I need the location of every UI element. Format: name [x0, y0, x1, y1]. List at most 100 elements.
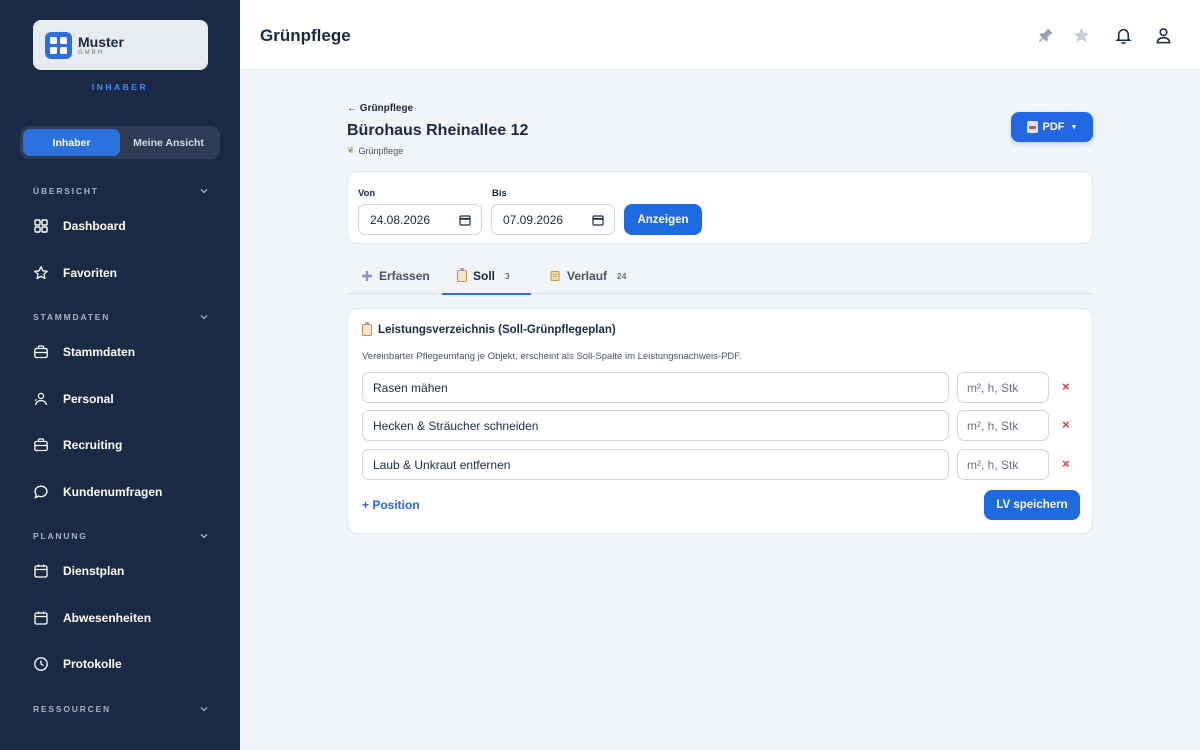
- position-input[interactable]: Rasen mähen: [362, 372, 949, 403]
- card-title: Leistungsverzeichnis (Soll-Grünpflegepla…: [362, 322, 616, 336]
- section-label: STAMMDATEN: [33, 312, 111, 322]
- tab-count: 24: [617, 270, 627, 281]
- pdf-button-label: PDF: [1042, 121, 1065, 133]
- caret-down-icon: ▼: [1070, 123, 1078, 131]
- tab-label: Erfassen: [379, 268, 430, 283]
- clipboard-icon: [362, 322, 372, 336]
- brand-name: Muster: [78, 33, 124, 50]
- star-icon[interactable]: [1071, 25, 1091, 45]
- unit-input[interactable]: m², h, Stk: [957, 372, 1049, 403]
- section-overview[interactable]: ÜBERSICHT: [33, 186, 209, 196]
- tab-count: 3: [505, 270, 510, 281]
- calendar-icon: [33, 610, 49, 626]
- sidebar: Muster GMBH INHABER Inhaber Meine Ansich…: [0, 0, 240, 750]
- page-subtitle: ❦ Grünpflege: [347, 145, 403, 156]
- calendar-icon: [459, 214, 471, 226]
- sidebar-item-label: Favoriten: [63, 266, 118, 280]
- sidebar-item-kundenumfragen[interactable]: Kundenumfragen: [33, 484, 162, 500]
- top-header: Grünpflege: [240, 0, 1200, 70]
- page-title: Bürohaus Rheinallee 12: [347, 122, 529, 139]
- section-label: ÜBERSICHT: [33, 186, 99, 196]
- apps-icon: [45, 31, 72, 59]
- section-resources[interactable]: RESSOURCEN: [33, 704, 209, 714]
- sidebar-item-label: Abwesenheiten: [63, 611, 152, 625]
- card-description: Vereinbarter Pflegeumfang je Objekt, ers…: [362, 351, 742, 362]
- users-icon: [33, 391, 49, 407]
- service-list-card: Leistungsverzeichnis (Soll-Grünpflegepla…: [347, 308, 1093, 534]
- position-input[interactable]: Laub & Unkraut entfernen: [362, 449, 949, 480]
- save-lv-button[interactable]: LV speichern: [984, 490, 1080, 520]
- tab-verlauf[interactable]: Verlauf 24: [549, 257, 627, 294]
- brand-subtitle: GMBH: [78, 49, 104, 56]
- pin-icon[interactable]: [1035, 25, 1055, 45]
- section-label: PLANUNG: [33, 531, 88, 541]
- sidebar-item-label: Stammdaten: [63, 345, 136, 359]
- delete-row-button[interactable]: ×: [1062, 379, 1070, 394]
- chevron-down-icon: [200, 315, 208, 320]
- delete-row-button[interactable]: ×: [1062, 456, 1070, 471]
- to-date-input[interactable]: 07.09.2026: [491, 204, 615, 235]
- scroll-icon: [549, 270, 561, 282]
- sidebar-item-dienstplan[interactable]: Dienstplan: [33, 563, 124, 579]
- sidebar-item-abwesenheiten[interactable]: Abwesenheiten: [33, 610, 151, 626]
- role-owner-button[interactable]: Inhaber: [23, 129, 120, 156]
- chevron-down-icon: [200, 534, 208, 539]
- clock-icon: [33, 656, 49, 672]
- tab-bar: Erfassen Soll 3 Verlauf 24: [347, 257, 1093, 295]
- back-link[interactable]: ← Grünpflege: [347, 103, 413, 114]
- section-master-data[interactable]: STAMMDATEN: [33, 312, 209, 322]
- leaf-icon: ❦: [347, 145, 355, 155]
- unit-input[interactable]: m², h, Stk: [957, 449, 1049, 480]
- calendar-icon: [592, 214, 604, 226]
- page-subtitle-text: Grünpflege: [358, 145, 404, 156]
- calendar-icon: [33, 563, 49, 579]
- add-position-button[interactable]: + Position: [362, 498, 420, 512]
- sidebar-item-label: Dienstplan: [63, 564, 125, 578]
- user-icon[interactable]: [1153, 25, 1173, 45]
- to-label: Bis: [492, 188, 507, 199]
- header-title: Grünpflege: [260, 26, 351, 45]
- tab-erfassen[interactable]: Erfassen: [361, 257, 430, 294]
- card-title-text: Leistungsverzeichnis (Soll-Grünpflegepla…: [378, 324, 616, 336]
- tab-label: Soll: [473, 268, 496, 283]
- from-label: Von: [358, 188, 376, 199]
- sidebar-item-label: Kundenumfragen: [63, 485, 163, 499]
- unit-input[interactable]: m², h, Stk: [957, 410, 1049, 441]
- sidebar-item-label: Recruiting: [63, 438, 123, 452]
- briefcase-icon: [33, 437, 49, 453]
- from-date-input[interactable]: 24.08.2026: [358, 204, 482, 235]
- from-date-value: 24.08.2026: [370, 212, 431, 227]
- sidebar-item-dashboard[interactable]: Dashboard: [33, 218, 126, 234]
- clipboard-icon: [457, 267, 467, 282]
- position-input[interactable]: Hecken & Sträucher schneiden: [362, 410, 949, 441]
- delete-row-button[interactable]: ×: [1062, 417, 1070, 432]
- brand-logo[interactable]: Muster GMBH: [33, 20, 208, 70]
- sidebar-item-recruiting[interactable]: Recruiting: [33, 437, 122, 453]
- grid-icon: [33, 218, 49, 234]
- bell-icon[interactable]: [1113, 25, 1133, 45]
- tab-soll[interactable]: Soll 3: [442, 257, 531, 295]
- section-label: RESSOURCEN: [33, 704, 111, 714]
- role-toggle: Inhaber Meine Ansicht: [20, 126, 220, 159]
- sidebar-item-protokolle[interactable]: Protokolle: [33, 656, 122, 672]
- chat-icon: [33, 484, 49, 500]
- star-icon: [33, 265, 49, 281]
- sidebar-item-personal[interactable]: Personal: [33, 391, 114, 407]
- sidebar-item-label: Dashboard: [63, 219, 126, 233]
- sidebar-item-stammdaten[interactable]: Stammdaten: [33, 344, 135, 360]
- section-planning[interactable]: PLANUNG: [33, 531, 209, 541]
- pdf-export-button[interactable]: PDF ▼: [1011, 112, 1093, 142]
- sidebar-item-label: Personal: [63, 392, 114, 406]
- date-filter-card: Von 24.08.2026 Bis 07.09.2026 Anzeigen: [347, 171, 1093, 244]
- show-button[interactable]: Anzeigen: [624, 204, 702, 235]
- briefcase-icon: [33, 344, 49, 360]
- plus-icon: [361, 270, 373, 282]
- role-my-view-button[interactable]: Meine Ansicht: [120, 129, 217, 156]
- sidebar-item-favoriten[interactable]: Favoriten: [33, 265, 117, 281]
- chevron-down-icon: [200, 707, 208, 712]
- to-date-value: 07.09.2026: [503, 212, 564, 227]
- tab-label: Verlauf: [567, 268, 608, 283]
- chevron-down-icon: [200, 189, 208, 194]
- sidebar-item-label: Protokolle: [63, 657, 122, 671]
- pdf-icon: [1026, 121, 1038, 133]
